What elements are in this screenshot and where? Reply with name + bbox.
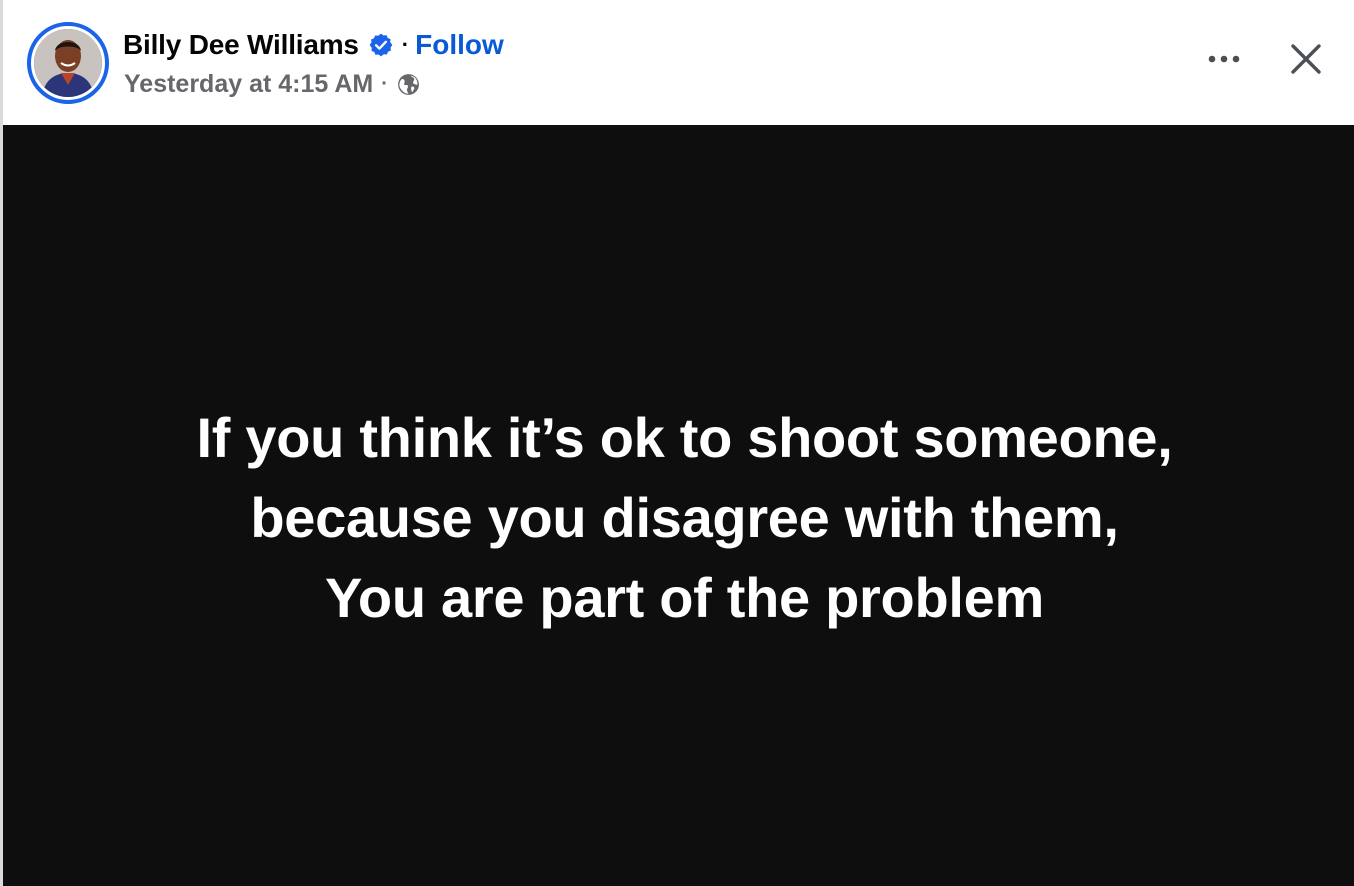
close-button[interactable] (1281, 34, 1331, 84)
post-header: Billy Dee Williams · Follow Yesterday at… (3, 0, 1354, 125)
post-timestamp[interactable]: Yesterday at 4:15 AM (124, 70, 373, 99)
verified-badge-icon (368, 32, 394, 58)
separator-dot: · (381, 72, 388, 95)
more-options-icon (1208, 55, 1240, 63)
more-options-button[interactable] (1203, 38, 1245, 80)
follow-button[interactable]: Follow (415, 29, 504, 61)
post-viewer: Billy Dee Williams · Follow Yesterday at… (0, 0, 1354, 886)
avatar-photo (34, 29, 102, 97)
close-icon (1291, 44, 1321, 74)
avatar-photo-illustration (34, 29, 102, 97)
post-text-line: You are part of the problem (325, 566, 1044, 629)
post-image[interactable]: If you think it’s ok to shoot someone, b… (3, 125, 1354, 886)
post-meta: Yesterday at 4:15 AM · (124, 68, 421, 100)
post-text-line: If you think it’s ok to shoot someone, (196, 406, 1173, 469)
author-row: Billy Dee Williams · Follow (123, 28, 504, 62)
author-name[interactable]: Billy Dee Williams (123, 29, 359, 61)
globe-icon[interactable] (396, 72, 421, 97)
separator-dot: · (401, 32, 410, 57)
post-image-text: If you think it’s ok to shoot someone, b… (3, 398, 1354, 638)
avatar[interactable] (27, 22, 109, 104)
post-text-line: because you disagree with them, (250, 486, 1119, 549)
